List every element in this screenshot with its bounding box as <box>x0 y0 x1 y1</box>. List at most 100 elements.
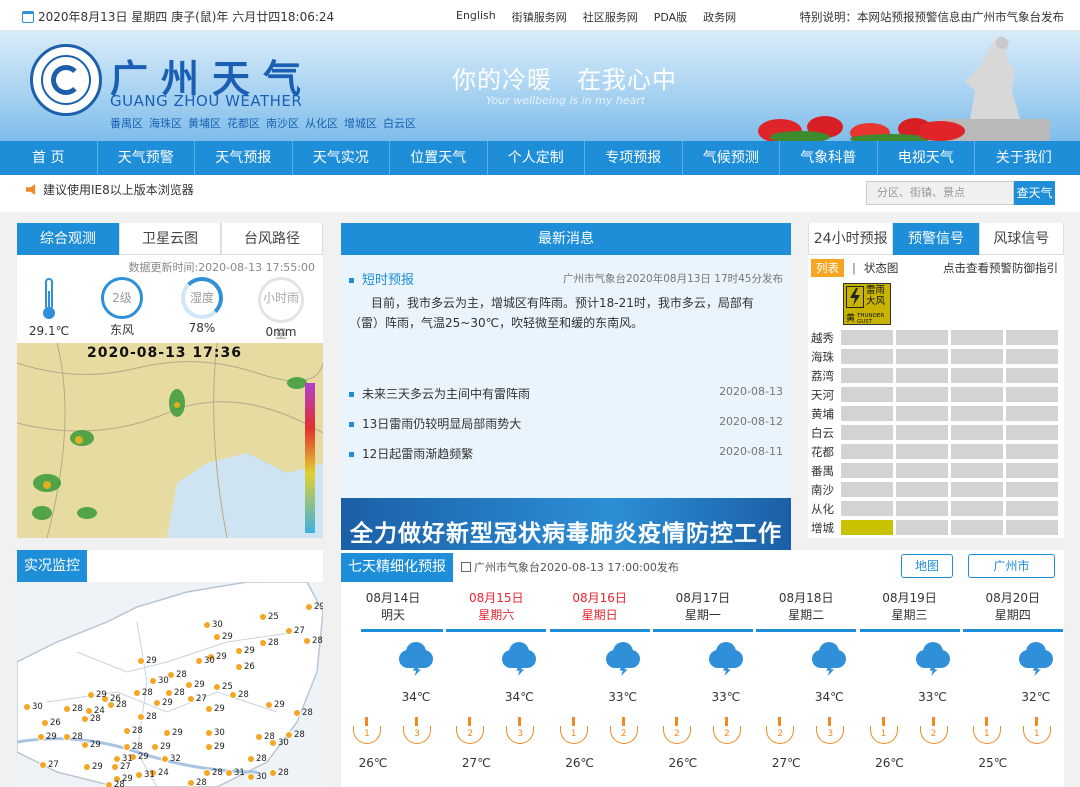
nav-about[interactable]: 关于我们 <box>975 141 1073 175</box>
radar-map[interactable]: 2020-08-13 17:36 <box>17 343 323 538</box>
station-point[interactable]: 28 <box>259 638 279 648</box>
district-link[interactable]: 南沙区 <box>266 115 299 131</box>
station-point[interactable]: 29 <box>185 680 205 690</box>
tab-typhoon[interactable]: 台风路径 <box>221 223 323 255</box>
station-point[interactable]: 28 <box>107 700 127 710</box>
station-point[interactable]: 29 <box>235 646 255 656</box>
news-item-title[interactable]: 12日起雷雨渐趋频繁 <box>362 447 473 461</box>
tab-observation[interactable]: 综合观测 <box>17 223 119 255</box>
station-point[interactable]: 29 <box>163 728 183 738</box>
station-point[interactable]: 28 <box>123 726 143 736</box>
forecast-day-header[interactable]: 08月14日 明天 <box>341 590 445 624</box>
nav-special[interactable]: 专项预报 <box>585 141 683 175</box>
meteorology-logo[interactable] <box>30 44 102 116</box>
link-gov[interactable]: 政务网 <box>703 9 736 25</box>
news-item[interactable]: 12日起雷雨渐趋频繁 2020-08-11 <box>349 445 783 463</box>
station-point[interactable]: 28 <box>187 778 207 787</box>
station-point[interactable]: 27 <box>187 694 207 704</box>
district-link[interactable]: 番禺区 <box>110 115 143 131</box>
station-point[interactable]: 31 <box>135 770 155 780</box>
tab-warning-signal[interactable]: 预警信号 <box>893 223 979 255</box>
station-point[interactable]: 28 <box>105 780 125 787</box>
area-name[interactable]: 南沙 <box>811 482 841 498</box>
station-point[interactable]: 29 <box>305 602 323 612</box>
station-point[interactable]: 29 <box>265 700 285 710</box>
area-name[interactable]: 海珠 <box>811 349 841 365</box>
station-point[interactable]: 29 <box>153 698 173 708</box>
station-point[interactable]: 30 <box>247 772 267 782</box>
station-point[interactable]: 28 <box>63 732 83 742</box>
nav-forecast[interactable]: 天气预报 <box>195 141 293 175</box>
station-point[interactable]: 30 <box>23 702 43 712</box>
station-point[interactable]: 31 <box>225 768 245 778</box>
nav-home[interactable]: 首 页 <box>0 141 98 175</box>
area-name[interactable]: 花都 <box>811 444 841 460</box>
station-point[interactable]: 28 <box>123 742 143 752</box>
station-point[interactable]: 30 <box>203 620 223 630</box>
station-point[interactable]: 28 <box>247 754 267 764</box>
tab-24h-forecast[interactable]: 24小时预报 <box>808 223 894 255</box>
district-link[interactable]: 从化区 <box>305 115 338 131</box>
station-point[interactable]: 30 <box>269 738 289 748</box>
news-item-title[interactable]: 未来三天多云为主间中有雷阵雨 <box>362 387 530 401</box>
station-point[interactable]: 26 <box>41 718 61 728</box>
district-link[interactable]: 增城区 <box>344 115 377 131</box>
nav-climate[interactable]: 气候预测 <box>683 141 780 175</box>
area-name[interactable]: 白云 <box>811 425 841 441</box>
search-button[interactable]: 查天气 <box>1014 181 1055 205</box>
station-point[interactable]: 29 <box>83 762 103 772</box>
station-point[interactable]: 28 <box>165 688 185 698</box>
nav-location[interactable]: 位置天气 <box>390 141 488 175</box>
link-street-service[interactable]: 街镇服务网 <box>512 9 567 25</box>
station-point[interactable]: 27 <box>285 626 305 636</box>
station-point[interactable]: 30 <box>149 676 169 686</box>
station-point[interactable]: 25 <box>259 612 279 622</box>
station-point[interactable]: 30 <box>205 728 225 738</box>
station-point[interactable]: 31 <box>113 754 133 764</box>
district-link[interactable]: 海珠区 <box>149 115 182 131</box>
station-point[interactable]: 29 <box>81 740 101 750</box>
area-name[interactable]: 荔湾 <box>811 368 841 384</box>
list-view-toggle[interactable]: 列表 <box>811 259 844 277</box>
area-name[interactable]: 增城 <box>811 520 841 536</box>
defense-guide-link[interactable]: 点击查看预警防御指引 <box>943 260 1058 276</box>
station-point[interactable]: 30 <box>195 656 215 666</box>
nav-tv[interactable]: 电视天气 <box>878 141 975 175</box>
nav-warning[interactable]: 天气预警 <box>98 141 195 175</box>
forecast-day-header[interactable]: 08月17日 星期一 <box>651 590 755 624</box>
station-point[interactable]: 28 <box>293 708 313 718</box>
link-community-service[interactable]: 社区服务网 <box>583 9 638 25</box>
station-point[interactable]: 29 <box>205 704 225 714</box>
area-name[interactable]: 越秀 <box>811 330 841 346</box>
tab-satellite[interactable]: 卫星云图 <box>119 223 221 255</box>
tab-typhoon-signal[interactable]: 风球信号 <box>978 223 1064 255</box>
station-point[interactable]: 26 <box>235 662 255 672</box>
nav-custom[interactable]: 个人定制 <box>488 141 585 175</box>
district-link[interactable]: 黄埔区 <box>188 115 221 131</box>
link-english[interactable]: English <box>456 9 496 25</box>
station-point[interactable]: 29 <box>37 732 57 742</box>
nav-science[interactable]: 气象科普 <box>780 141 878 175</box>
news-item[interactable]: 13日雷雨仍较明显局部雨势大 2020-08-12 <box>349 415 783 433</box>
station-point[interactable]: 28 <box>137 712 157 722</box>
district-link[interactable]: 花都区 <box>227 115 260 131</box>
news-item-title[interactable]: 13日雷雨仍较明显局部雨势大 <box>362 417 521 431</box>
station-point[interactable]: 32 <box>161 754 181 764</box>
short-forecast-title[interactable]: 短时预报 <box>349 269 414 288</box>
forecast-day-header[interactable]: 08月20日 星期四 <box>961 590 1065 624</box>
area-name[interactable]: 黄埔 <box>811 406 841 422</box>
station-point[interactable]: 28 <box>133 688 153 698</box>
link-pda[interactable]: PDA版 <box>654 9 687 25</box>
station-point[interactable]: 27 <box>39 760 59 770</box>
area-name[interactable]: 番禺 <box>811 463 841 479</box>
monitor-map[interactable]: 25 29 30 27 29 28 28 29 29 30 29 26 28 30 29 25 28 28 26 29… <box>17 582 323 787</box>
news-item[interactable]: 未来三天多云为主间中有雷阵雨 2020-08-13 <box>349 385 783 403</box>
forecast-day-header[interactable]: 08月16日 星期日 <box>548 590 652 624</box>
station-point[interactable]: 28 <box>203 768 223 778</box>
map-button[interactable]: 地图 <box>901 554 953 578</box>
station-point[interactable]: 28 <box>81 714 101 724</box>
station-point[interactable]: 29 <box>213 632 233 642</box>
station-point[interactable]: 29 <box>205 742 225 752</box>
forecast-day-header[interactable]: 08月15日 星期六 <box>444 590 548 624</box>
city-select-button[interactable]: 广州市 <box>968 554 1055 578</box>
